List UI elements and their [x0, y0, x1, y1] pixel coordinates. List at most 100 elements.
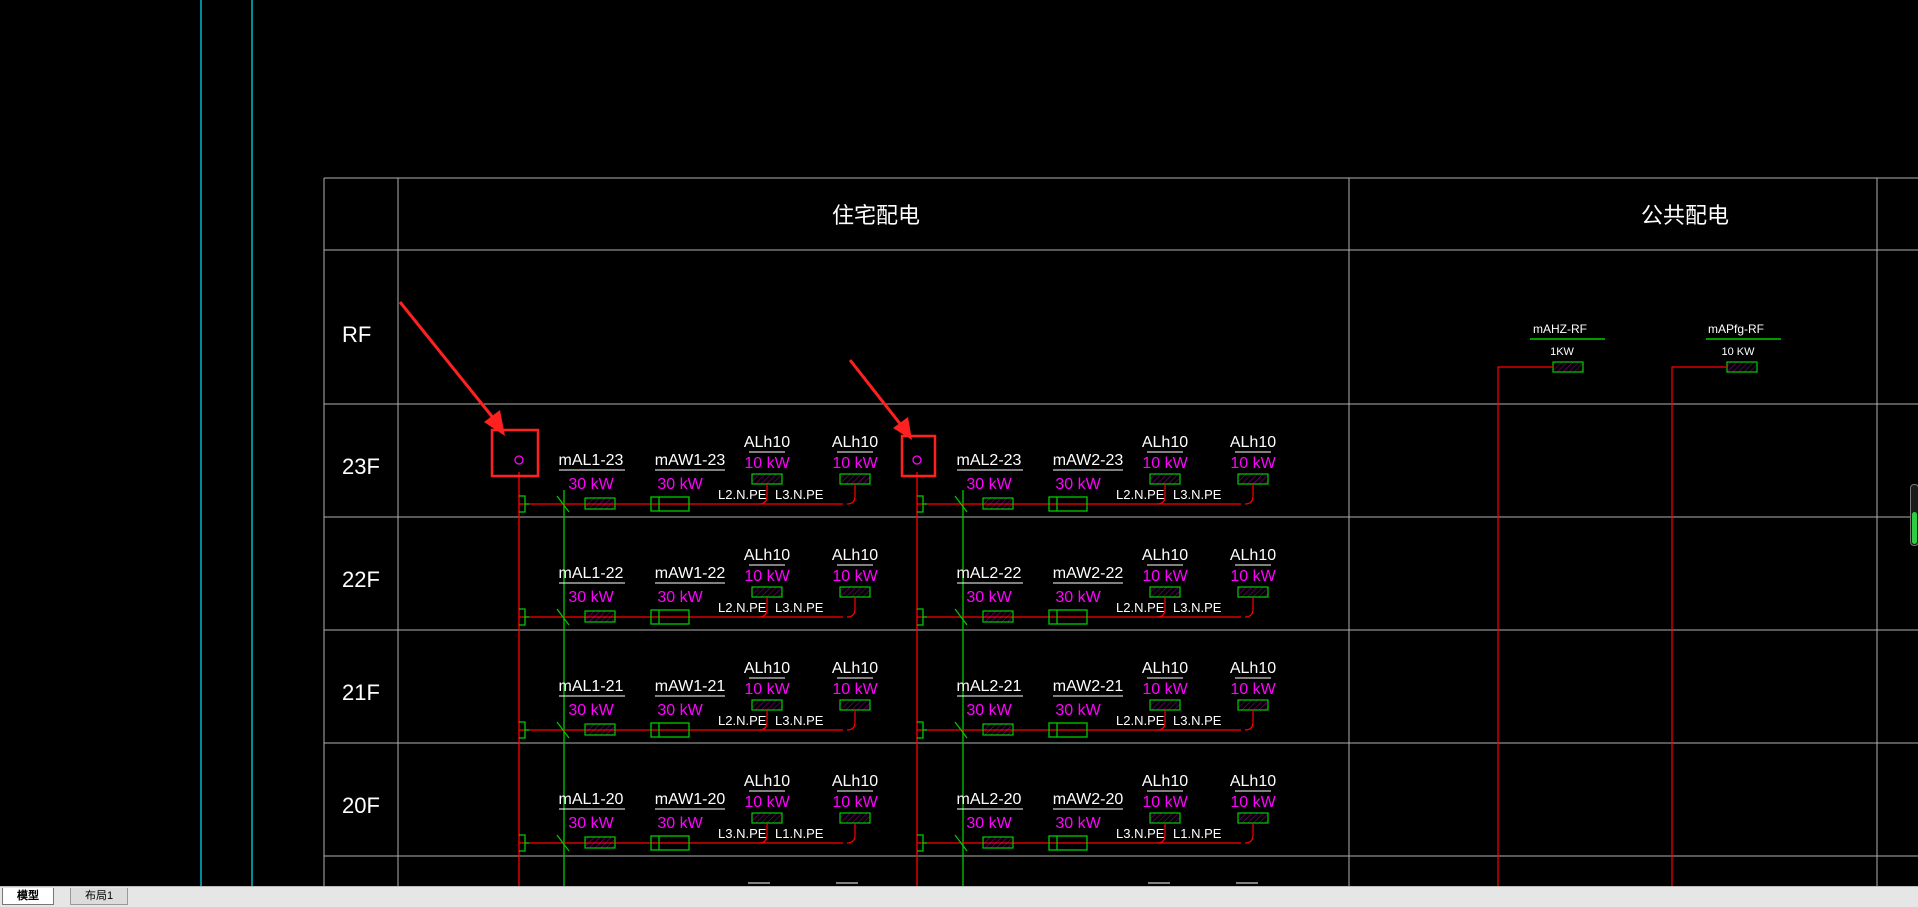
riser-origin-symbol [912, 455, 922, 465]
wire-label: L3.N.PE [1116, 826, 1165, 841]
alh-panel-label: ALh10 [1142, 773, 1188, 790]
alh-panel-label: ALh10 [744, 434, 790, 451]
alh-panel-label: ALh10 [1230, 434, 1276, 451]
wire-label: L2.N.PE [718, 713, 767, 728]
al-panel-power: 30 kW [966, 476, 1012, 493]
aw-panel-power: 30 kW [657, 476, 703, 493]
al-panel-label: mAL2-22 [957, 565, 1022, 582]
table-grid [323, 177, 1918, 886]
alh-panel-label: ALh10 [1142, 660, 1188, 677]
red-highlight-box [490, 428, 540, 478]
aw-panel-power: 30 kW [1055, 815, 1101, 832]
wire-label: L3.N.PE [775, 713, 824, 728]
aw-panel-power: 30 kW [1055, 702, 1101, 719]
aw-panel-label: mAW1-22 [655, 565, 726, 582]
alh-panel-label: ALh10 [1230, 547, 1276, 564]
al-panel-box [982, 836, 1014, 849]
alh-feeder-line [1244, 597, 1254, 618]
al-panel-label: mAL1-23 [559, 452, 624, 469]
al-panel-label: mAL1-22 [559, 565, 624, 582]
tab-layout1[interactable]: 布局1 [70, 888, 129, 905]
alh-panel-power: 10 kW [1230, 794, 1276, 811]
al-panel-power: 30 kW [568, 589, 614, 606]
wire-label: L1.N.PE [775, 826, 824, 841]
al-panel-box [982, 610, 1014, 623]
alh-panel-power: 10 kW [1230, 455, 1276, 472]
riser-origin-symbol [514, 455, 524, 465]
alh-panel-power: 10 kW [744, 455, 790, 472]
alh-panel-label: ALh10 [832, 660, 878, 677]
al-panel-label: mAL2-21 [957, 678, 1022, 695]
floor-label-21f: 21F [342, 680, 380, 705]
alh-panel-box [751, 812, 783, 824]
alh-panel-box [1149, 812, 1181, 824]
cad-drawing-canvas[interactable]: 住宅配电 公共配电 RF 23F 22F 21F 20F mAHZ-RF 1KW… [0, 0, 1918, 886]
alh-panel-box [1149, 586, 1181, 598]
alh-panel-power: 10 kW [744, 794, 790, 811]
al-panel-power: 30 kW [966, 815, 1012, 832]
aw-panel-label: mAW1-23 [655, 452, 726, 469]
floor-label-20f: 20F [342, 793, 380, 818]
wire-label: L2.N.PE [718, 600, 767, 615]
wire-label: L1.N.PE [1173, 826, 1222, 841]
alh-panel-box [839, 586, 871, 598]
alh-panel-power: 10 kW [1230, 568, 1276, 585]
al-panel-label: mAL2-23 [957, 452, 1022, 469]
alh-panel-label: ALh10 [832, 773, 878, 790]
aw-panel-label: mAW2-23 [1053, 452, 1124, 469]
al-panel-box [584, 836, 616, 849]
wire-label: L2.N.PE [718, 487, 767, 502]
alh-panel-power: 10 kW [832, 794, 878, 811]
alh-panel-label: ALh10 [1230, 660, 1276, 677]
alh-panel-box [1237, 473, 1269, 485]
alh-panel-power: 10 kW [832, 681, 878, 698]
aw-panel-power: 30 kW [1055, 476, 1101, 493]
al-panel-power: 30 kW [966, 589, 1012, 606]
alh-feeder-line [1244, 484, 1254, 505]
floor-label-rf: RF [342, 322, 371, 347]
public-panel-name: mAPfg-RF [1708, 322, 1764, 336]
al-panel-box [982, 723, 1014, 736]
alh-feeder-line [1244, 823, 1254, 844]
floor-circuits: mAL1-23 30 kW mAW1-23 30 kW L2.N.PE L3.N.PE AL… [519, 434, 1277, 852]
alh-panel-label: ALh10 [744, 547, 790, 564]
al-panel-label: mAL1-21 [559, 678, 624, 695]
wire-label: L3.N.PE [1173, 487, 1222, 502]
alh-panel-box [839, 812, 871, 824]
red-arrow-icon [398, 301, 505, 436]
al-panel-label: mAL2-20 [957, 791, 1022, 808]
alh-panel-power: 10 kW [744, 568, 790, 585]
alh-panel-power: 10 kW [832, 568, 878, 585]
alh-feeder-line [846, 597, 856, 618]
wire-label: L3.N.PE [775, 600, 824, 615]
alh-feeder-line [1244, 710, 1254, 731]
floor-label-23f: 23F [342, 454, 380, 479]
alh-panel-box [839, 699, 871, 711]
aw-panel-label: mAW2-21 [1053, 678, 1124, 695]
alh-panel-label: ALh10 [744, 773, 790, 790]
alh-panel-power: 10 kW [744, 681, 790, 698]
layout-tab-bar: 模型 布局1 [0, 886, 1918, 907]
alh-feeder-line [846, 823, 856, 844]
alh-panel-box [1237, 586, 1269, 598]
alh-panel-power: 10 kW [1142, 568, 1188, 585]
wire-label: L3.N.PE [775, 487, 824, 502]
vertical-scroll-thumb[interactable] [1910, 484, 1918, 546]
header-residential: 住宅配电 [832, 203, 920, 228]
alh-feeder-line [846, 484, 856, 505]
alh-panel-power: 10 kW [1230, 681, 1276, 698]
al-panel-box [584, 723, 616, 736]
wire-label: L2.N.PE [1116, 487, 1165, 502]
aw-panel-label: mAW1-21 [655, 678, 726, 695]
alh-panel-label: ALh10 [832, 434, 878, 451]
tab-model[interactable]: 模型 [2, 888, 54, 905]
public-panel-name: mAHZ-RF [1533, 322, 1587, 336]
public-panel-power: 1KW [1550, 346, 1574, 358]
wire-label: L2.N.PE [1116, 600, 1165, 615]
aw-panel-power: 30 kW [1055, 589, 1101, 606]
alh-panel-label: ALh10 [744, 660, 790, 677]
alh-panel-label: ALh10 [1230, 773, 1276, 790]
annotation-highlight-left [398, 301, 540, 478]
alh-panel-label: ALh10 [1142, 434, 1188, 451]
alh-panel-box [751, 586, 783, 598]
